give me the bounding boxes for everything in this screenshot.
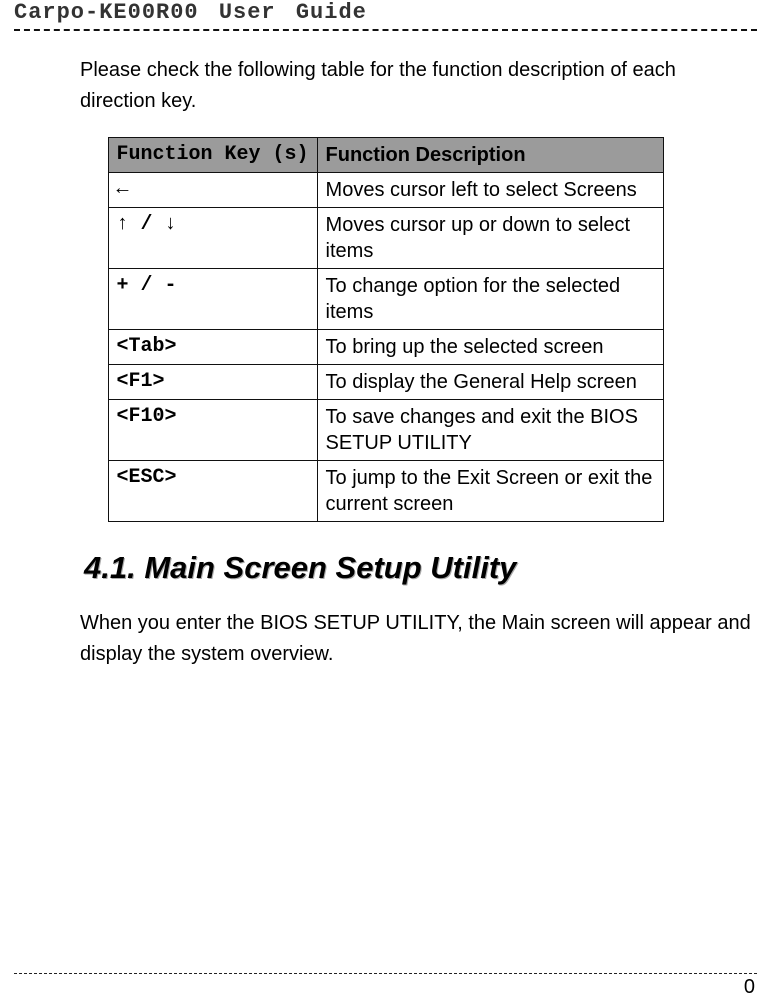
document-header: Carpo-KE00R00 User Guide bbox=[14, 0, 757, 29]
cell-key: <F1> bbox=[108, 365, 317, 400]
cell-desc: To change option for the selected items bbox=[317, 269, 663, 330]
table-row: <Tab> To bring up the selected screen bbox=[108, 330, 663, 365]
table-row: + / - To change option for the selected … bbox=[108, 269, 663, 330]
header-divider bbox=[14, 29, 757, 31]
table-header-desc: Function Description bbox=[317, 138, 663, 173]
table-header-key: Function Key (s) bbox=[108, 138, 317, 173]
cell-desc: Moves cursor up or down to select items bbox=[317, 208, 663, 269]
cell-desc: To display the General Help screen bbox=[317, 365, 663, 400]
cell-key: ↑ / ↓ bbox=[108, 208, 317, 269]
table-row: <F1> To display the General Help screen bbox=[108, 365, 663, 400]
function-key-table: Function Key (s) Function Description ← … bbox=[108, 137, 664, 522]
page-footer: 0 bbox=[14, 973, 757, 999]
cell-key: + / - bbox=[108, 269, 317, 330]
cell-desc: To save changes and exit the BIOS SETUP … bbox=[317, 400, 663, 461]
table-row: ← Moves cursor left to select Screens bbox=[108, 173, 663, 208]
table-row: <ESC> To jump to the Exit Screen or exit… bbox=[108, 461, 663, 522]
cell-desc: Moves cursor left to select Screens bbox=[317, 173, 663, 208]
section-body: When you enter the BIOS SETUP UTILITY, t… bbox=[80, 608, 757, 670]
cell-desc: To jump to the Exit Screen or exit the c… bbox=[317, 461, 663, 522]
section-heading: 4.1. Main Screen Setup Utility bbox=[84, 550, 757, 586]
cell-key: <F10> bbox=[108, 400, 317, 461]
table-row: <F10> To save changes and exit the BIOS … bbox=[108, 400, 663, 461]
intro-paragraph: Please check the following table for the… bbox=[14, 55, 757, 117]
cell-desc: To bring up the selected screen bbox=[317, 330, 663, 365]
page-number: 0 bbox=[14, 976, 757, 999]
table-header-row: Function Key (s) Function Description bbox=[108, 138, 663, 173]
footer-divider bbox=[14, 973, 757, 974]
page-container: Carpo-KE00R00 User Guide Please check th… bbox=[0, 0, 771, 1005]
cell-key: <Tab> bbox=[108, 330, 317, 365]
table-row: ↑ / ↓ Moves cursor up or down to select … bbox=[108, 208, 663, 269]
cell-key: ← bbox=[108, 173, 317, 208]
cell-key: <ESC> bbox=[108, 461, 317, 522]
